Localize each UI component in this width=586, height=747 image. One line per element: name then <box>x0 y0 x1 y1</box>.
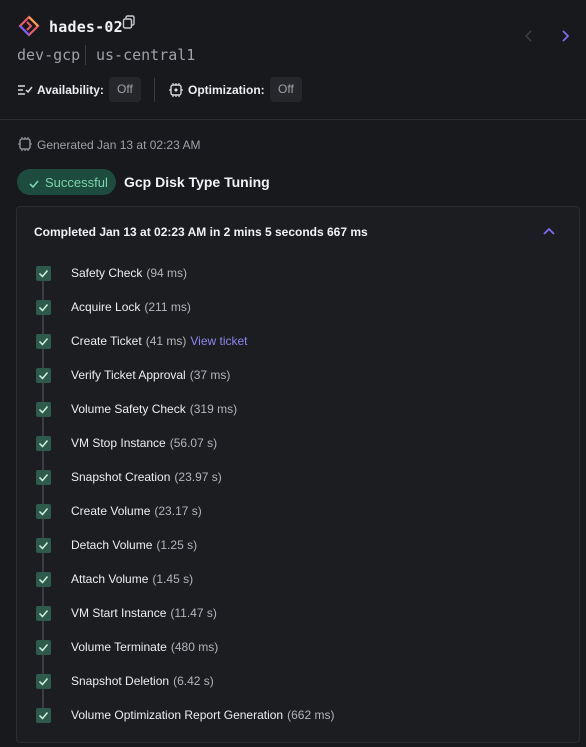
step-duration: (319 ms) <box>189 402 238 416</box>
checkbox-checked-icon <box>36 266 51 281</box>
step-row: Volume Safety Check (319 ms) <box>17 401 557 421</box>
checkbox-checked-icon <box>36 572 51 587</box>
checkbox-checked-icon <box>36 504 51 519</box>
step-duration: (56.07 s) <box>169 436 218 450</box>
step-duration: (23.97 s) <box>174 470 222 484</box>
checkbox-checked-icon <box>36 368 51 383</box>
checkbox-checked-icon <box>36 708 51 723</box>
step-row: VM Start Instance (11.47 s) <box>17 605 557 625</box>
step-row: Volume Terminate (480 ms) <box>17 639 557 659</box>
step-label: Snapshot Deletion <box>71 674 170 688</box>
resource-title: hades-02 <box>49 18 123 36</box>
step-name: Volume Safety Check (319 ms) <box>71 402 237 416</box>
checkbox-checked-icon <box>36 300 51 315</box>
status-badge: Successful <box>17 169 116 195</box>
step-duration: (41 ms) <box>145 334 187 348</box>
checkbox-checked-icon <box>36 674 51 689</box>
copy-icon[interactable] <box>122 15 136 29</box>
generated-timestamp: Generated Jan 13 at 02:23 AM <box>37 138 201 152</box>
step-duration: (23.17 s) <box>154 504 202 518</box>
step-row: Attach Volume (1.45 s) <box>17 571 557 591</box>
step-name: VM Start Instance (11.47 s) <box>71 606 217 620</box>
view-ticket-link[interactable]: View ticket <box>190 334 247 348</box>
step-row: Verify Ticket Approval (37 ms) <box>17 367 557 387</box>
status-label: Successful <box>45 175 108 190</box>
step-label: Create Ticket <box>71 334 142 348</box>
step-label: Volume Safety Check <box>71 402 186 416</box>
optimization-toggle[interactable]: Off <box>270 77 302 102</box>
chevron-right-icon[interactable] <box>557 28 573 44</box>
step-label: Snapshot Creation <box>71 470 171 484</box>
run-steps-panel: Completed Jan 13 at 02:23 AM in 2 mins 5… <box>16 206 580 743</box>
step-row: Detach Volume (1.25 s) <box>17 537 557 557</box>
optimization-icon <box>168 82 184 98</box>
step-label: Verify Ticket Approval <box>71 368 186 382</box>
checkbox-checked-icon <box>36 402 51 417</box>
step-duration: (6.42 s) <box>173 674 214 688</box>
step-name: Volume Optimization Report Generation (66… <box>71 708 334 722</box>
checkbox-checked-icon <box>36 538 51 553</box>
chevron-up-icon[interactable] <box>541 224 557 240</box>
checkbox-checked-icon <box>36 606 51 621</box>
step-row: Create Ticket (41 ms) View ticket <box>17 333 557 353</box>
step-name: Snapshot Deletion (6.42 s) <box>71 674 214 688</box>
step-name: Create Volume (23.17 s) <box>71 504 202 518</box>
step-name: Attach Volume (1.45 s) <box>71 572 193 586</box>
optimization-label: Optimization: <box>188 83 265 97</box>
step-label: Volume Terminate <box>71 640 167 654</box>
step-label: Safety Check <box>71 266 143 280</box>
step-row: Acquire Lock (211 ms) <box>17 299 557 319</box>
completed-summary: Completed Jan 13 at 02:23 AM in 2 mins 5… <box>34 225 368 239</box>
step-duration: (37 ms) <box>189 368 231 382</box>
checkbox-checked-icon <box>36 436 51 451</box>
step-duration: (1.45 s) <box>152 572 194 586</box>
checkbox-checked-icon <box>36 334 51 349</box>
step-label: Attach Volume <box>71 572 149 586</box>
step-label: Acquire Lock <box>71 300 141 314</box>
task-title: Gcp Disk Type Tuning <box>124 174 270 190</box>
step-duration: (11.47 s) <box>170 606 217 620</box>
availability-toggle[interactable]: Off <box>109 77 141 102</box>
availability-icon <box>17 82 33 98</box>
step-duration: (662 ms) <box>287 708 335 722</box>
availability-label: Availability: <box>37 83 104 97</box>
step-row: Snapshot Deletion (6.42 s) <box>17 673 557 693</box>
checkbox-checked-icon <box>36 640 51 655</box>
step-name: Safety Check (94 ms) <box>71 266 187 280</box>
step-row: Snapshot Creation (23.97 s) <box>17 469 557 489</box>
generated-icon <box>17 136 33 152</box>
chevron-left-icon[interactable] <box>521 28 537 44</box>
step-label: VM Stop Instance <box>71 436 166 450</box>
environment-label: dev-gcp <box>17 46 81 64</box>
region-label: us-central1 <box>96 46 196 64</box>
step-name: Snapshot Creation (23.97 s) <box>71 470 222 484</box>
step-duration: (94 ms) <box>146 266 188 280</box>
resource-header: hades-02 dev-gcp us-central1 Availabilit… <box>0 0 586 120</box>
check-icon <box>29 177 39 189</box>
step-label: Detach Volume <box>71 538 153 552</box>
step-name: Create Ticket (41 ms) View ticket <box>71 334 248 348</box>
step-row: Create Volume (23.17 s) <box>17 503 557 523</box>
step-name: Verify Ticket Approval (37 ms) <box>71 368 230 382</box>
divider <box>85 45 86 65</box>
step-name: VM Stop Instance (56.07 s) <box>71 436 217 450</box>
step-duration: (211 ms) <box>144 300 191 314</box>
step-name: Detach Volume (1.25 s) <box>71 538 197 552</box>
step-duration: (1.25 s) <box>156 538 198 552</box>
step-row: Safety Check (94 ms) <box>17 265 557 285</box>
step-label: Create Volume <box>71 504 151 518</box>
app-logo-icon <box>18 15 40 37</box>
step-label: VM Start Instance <box>71 606 167 620</box>
step-duration: (480 ms) <box>170 640 219 654</box>
step-name: Acquire Lock (211 ms) <box>71 300 191 314</box>
checkbox-checked-icon <box>36 470 51 485</box>
step-row: VM Stop Instance (56.07 s) <box>17 435 557 455</box>
step-row: Volume Optimization Report Generation (66… <box>17 707 557 727</box>
step-name: Volume Terminate (480 ms) <box>71 640 218 654</box>
divider <box>154 78 155 102</box>
step-label: Volume Optimization Report Generation <box>71 708 284 722</box>
